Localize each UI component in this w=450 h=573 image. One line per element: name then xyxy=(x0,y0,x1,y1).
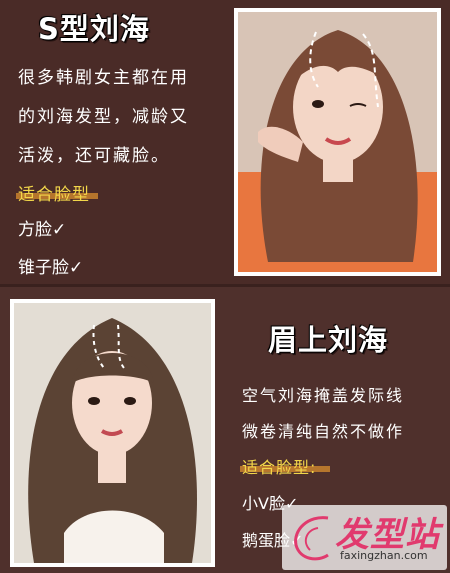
section-divider xyxy=(0,284,450,287)
portrait-image-2 xyxy=(14,303,211,563)
section1-fit-item-1: 方脸✓ xyxy=(18,220,67,240)
section1-fit-label: 适合脸型 xyxy=(18,185,90,205)
section1-photo xyxy=(234,8,441,276)
watermark-url: faxingzhan.com xyxy=(340,549,428,562)
section2-desc-line-1: 空气刘海掩盖发际线 xyxy=(242,386,405,405)
section2-title: 眉上刘海 xyxy=(268,323,389,357)
section1-desc-line-2: 的刘海发型，减龄又 xyxy=(18,107,189,127)
portrait-image-1 xyxy=(238,12,437,272)
section2-photo xyxy=(10,299,215,567)
section1-fit-item-2: 锥子脸✓ xyxy=(18,258,84,278)
watermark-logo-icon xyxy=(294,516,329,561)
section2-fit-label: 适合脸型: xyxy=(242,458,317,477)
section2-desc-line-2: 微卷清纯自然不做作 xyxy=(242,422,405,441)
section1-desc-line-1: 很多韩剧女主都在用 xyxy=(18,68,189,88)
section1-title: S型刘海 xyxy=(38,12,150,46)
section1-desc-line-3: 活泼，还可藏脸。 xyxy=(18,146,170,166)
